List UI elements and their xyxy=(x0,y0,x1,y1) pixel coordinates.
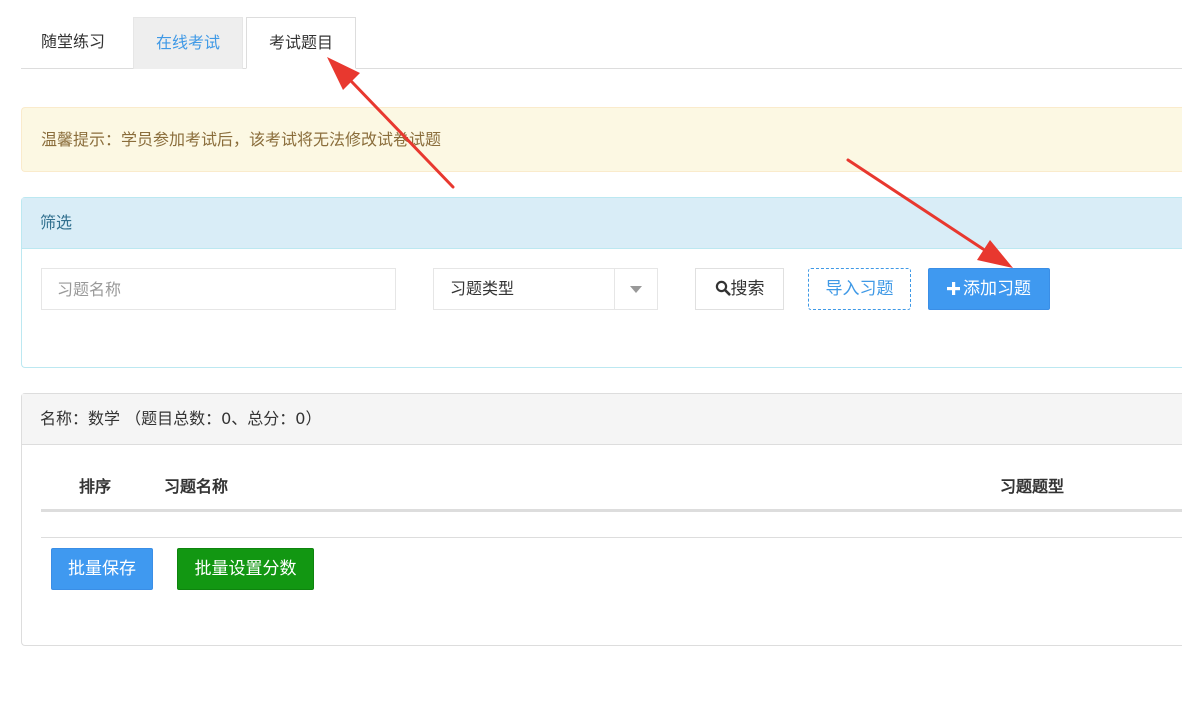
tab-classroom-practice[interactable]: 随堂练习 xyxy=(21,17,125,69)
notice-text: 温馨提示：学员参加考试后，该考试将无法修改试卷试题 xyxy=(41,130,442,149)
question-type-select[interactable]: 习题类型 xyxy=(433,268,658,310)
notice-banner: 温馨提示：学员参加考试后，该考试将无法修改试卷试题 xyxy=(21,107,1182,172)
batch-score-label: 批量设置分数 xyxy=(194,559,297,579)
batch-set-score-button[interactable]: 批量设置分数 xyxy=(177,548,314,590)
tab-label: 随堂练习 xyxy=(41,32,106,51)
column-order-label: 排序 xyxy=(79,477,112,496)
paper-summary: 名称：数学 （题目总数：0、总分：0） xyxy=(40,409,322,428)
column-name-label: 习题名称 xyxy=(164,477,229,496)
add-question-button[interactable]: 添加习题 xyxy=(928,268,1050,310)
import-button-label: 导入习题 xyxy=(825,279,894,299)
filter-panel-header: 筛选 xyxy=(22,198,1182,249)
batch-save-label: 批量保存 xyxy=(68,559,136,579)
select-divider xyxy=(614,269,615,309)
column-header-name: 习题名称 xyxy=(164,466,228,510)
table-body-divider xyxy=(41,537,1182,538)
tab-online-exam[interactable]: 在线考试 xyxy=(133,17,243,69)
search-button[interactable]: 搜索 xyxy=(695,268,784,310)
tab-label: 考试题目 xyxy=(268,33,333,52)
column-header-order: 排序 xyxy=(79,466,111,510)
search-icon xyxy=(715,280,731,296)
column-header-type: 习题题型 xyxy=(1000,466,1064,510)
batch-save-button[interactable]: 批量保存 xyxy=(51,548,153,590)
tab-label: 在线考试 xyxy=(155,33,220,52)
table-header-divider xyxy=(41,509,1182,512)
caret-down-icon xyxy=(630,286,642,293)
import-questions-button[interactable]: 导入习题 xyxy=(808,268,911,310)
question-list-header: 名称：数学 （题目总数：0、总分：0） xyxy=(22,394,1182,445)
search-button-label: 搜索 xyxy=(730,279,765,299)
plus-icon xyxy=(947,282,960,295)
filter-title: 筛选 xyxy=(40,213,73,232)
question-type-value: 习题类型 xyxy=(450,279,515,298)
column-type-label: 习题题型 xyxy=(1000,477,1065,496)
add-button-label: 添加习题 xyxy=(963,279,1031,299)
tab-exam-questions[interactable]: 考试题目 xyxy=(246,17,356,69)
question-name-input[interactable] xyxy=(41,268,396,310)
